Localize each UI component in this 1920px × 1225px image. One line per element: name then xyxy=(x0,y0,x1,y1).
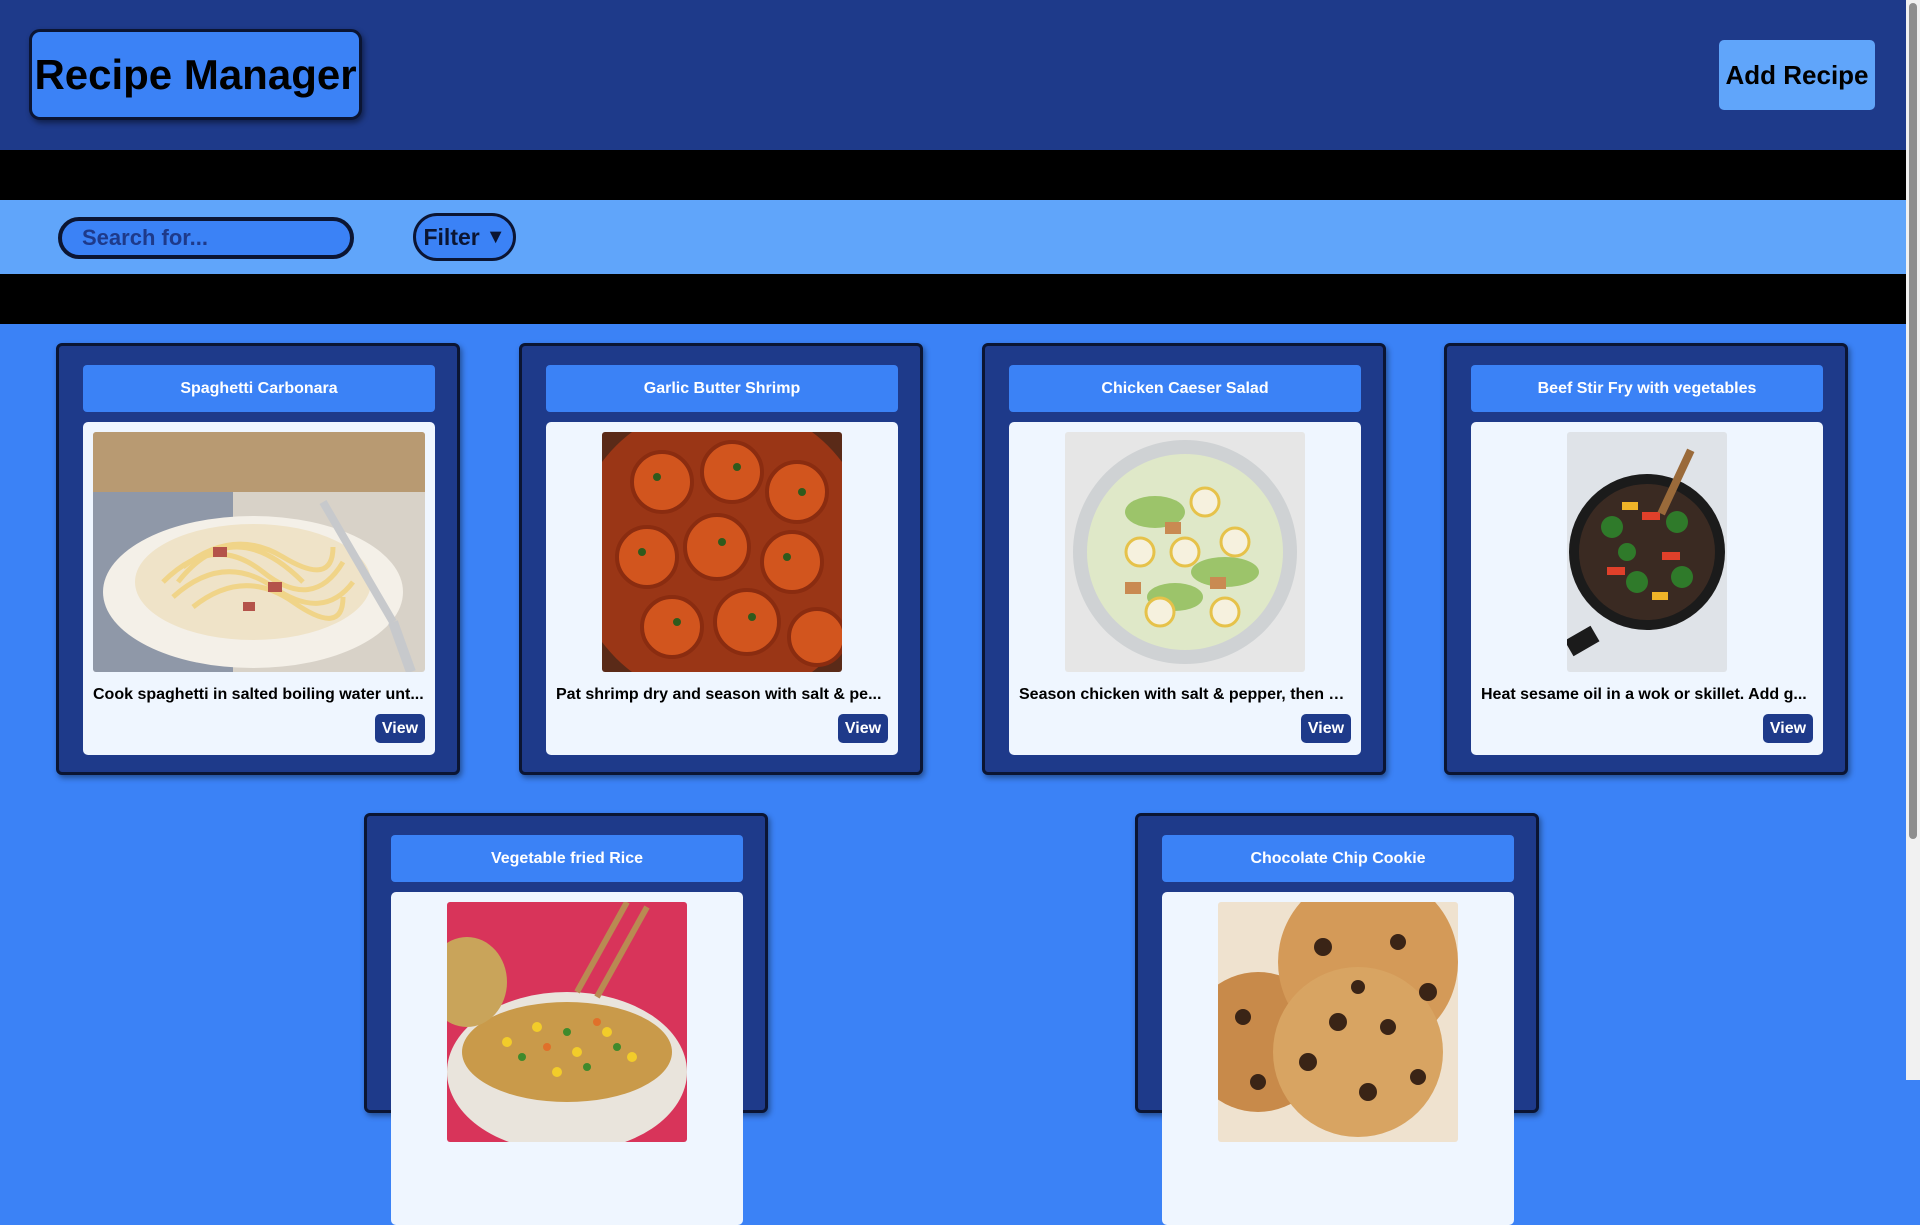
recipe-card: Vegetable fried Rice xyxy=(364,813,768,1225)
search-input[interactable] xyxy=(58,217,354,259)
recipe-card-body: Heat sesame oil in a wok or skillet. Add… xyxy=(1471,422,1823,755)
recipe-image xyxy=(1567,432,1727,672)
caret-down-icon: ▼ xyxy=(485,225,506,248)
view-button[interactable]: View xyxy=(1763,714,1813,743)
filter-label: Filter xyxy=(423,223,480,250)
vertical-scrollbar[interactable] xyxy=(1906,0,1920,1080)
recipe-title: Vegetable fried Rice xyxy=(391,835,743,882)
divider-band-top xyxy=(0,150,1906,200)
recipe-card: Spaghetti Carbonara Cook spaghetti in sa… xyxy=(56,343,460,775)
search-toolbar: Filter ▼ xyxy=(0,200,1906,274)
recipe-title: Chocolate Chip Cookie xyxy=(1162,835,1514,882)
recipe-card: Beef Stir Fry with vegetables Heat sesam… xyxy=(1444,343,1848,775)
recipe-title: Garlic Butter Shrimp xyxy=(546,365,898,412)
add-recipe-button[interactable]: Add Recipe xyxy=(1719,40,1875,110)
filter-button[interactable]: Filter ▼ xyxy=(413,213,516,261)
recipe-card-body: Cook spaghetti in salted boiling water u… xyxy=(83,422,435,755)
recipe-card: Chicken Caeser Salad Season chicken with… xyxy=(982,343,1386,775)
recipe-title: Spaghetti Carbonara xyxy=(83,365,435,412)
divider-band-bottom xyxy=(0,274,1906,324)
recipe-image xyxy=(447,902,687,1142)
recipe-card: Garlic Butter Shrimp Pat shrimp dry and … xyxy=(519,343,923,775)
view-button[interactable]: View xyxy=(375,714,425,743)
scrollbar-thumb[interactable] xyxy=(1909,3,1917,839)
recipe-card: Chocolate Chip Cookie xyxy=(1135,813,1539,1225)
recipe-card-body xyxy=(391,892,743,1225)
recipe-description: Pat shrimp dry and season with salt & pe… xyxy=(556,686,882,703)
recipe-image xyxy=(602,432,842,672)
recipe-title: Chicken Caeser Salad xyxy=(1009,365,1361,412)
view-button[interactable]: View xyxy=(838,714,888,743)
view-button[interactable]: View xyxy=(1301,714,1351,743)
app-title: Recipe Manager xyxy=(29,29,362,120)
recipe-image xyxy=(93,432,425,672)
recipe-card-body xyxy=(1162,892,1514,1225)
recipe-image xyxy=(1218,902,1458,1142)
recipe-card-body: Season chicken with salt & pepper, then … xyxy=(1009,422,1361,755)
recipe-card-body: Pat shrimp dry and season with salt & pe… xyxy=(546,422,898,755)
recipe-title: Beef Stir Fry with vegetables xyxy=(1471,365,1823,412)
recipe-description: Heat sesame oil in a wok or skillet. Add… xyxy=(1481,686,1807,703)
app-header: Recipe Manager Add Recipe xyxy=(0,0,1906,150)
recipe-description: Season chicken with salt & pepper, then … xyxy=(1019,686,1351,703)
recipe-description: Cook spaghetti in salted boiling water u… xyxy=(93,686,424,703)
recipe-image xyxy=(1065,432,1305,672)
